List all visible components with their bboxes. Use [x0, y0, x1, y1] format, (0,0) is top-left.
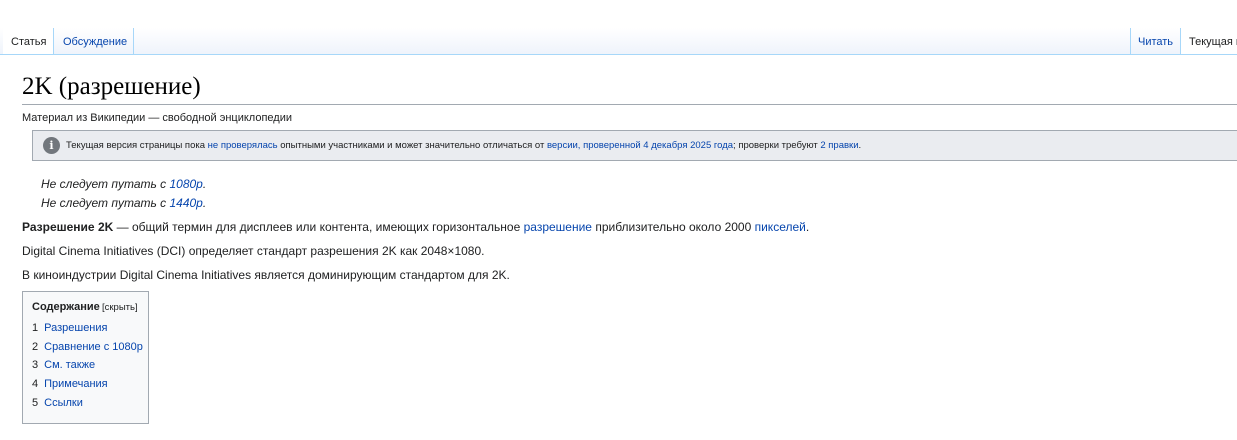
paragraph-text: приблизительно около 2000: [591, 220, 755, 234]
toc-item[interactable]: 2 Сравнение с 1080p: [32, 341, 143, 353]
paragraph-cinema: В киноиндустрии Digital Cinema Initiativ…: [22, 268, 510, 282]
tab-article[interactable]: Статья: [3, 28, 55, 55]
page-title: 2K (разрешение): [22, 73, 201, 100]
site-subtitle: Материал из Википедии — свободной энцикл…: [22, 112, 292, 124]
toc-item[interactable]: 1 Разрешения: [32, 322, 108, 334]
tab-divider: [53, 28, 54, 55]
toc-item-label[interactable]: См. также: [44, 359, 95, 371]
tab-talk[interactable]: Обсуждение: [55, 28, 135, 55]
hatnote-link-1080p[interactable]: 1080p: [169, 177, 202, 191]
tab-bar: Статья Обсуждение Читать Текущая в: [0, 28, 1237, 55]
info-icon: i: [43, 137, 60, 154]
link-resolution[interactable]: разрешение: [524, 220, 592, 234]
table-of-contents: Содержание [скрыть] 1 Разрешения 2 Сравнен…: [22, 291, 149, 424]
notice-link-stable-version[interactable]: версии, проверенной 4 декабря 2025 года: [547, 140, 733, 151]
tab-divider: [133, 28, 134, 55]
toc-item-label[interactable]: Сравнение с 1080p: [44, 341, 143, 353]
toc-item-number: 3: [32, 359, 39, 371]
hatnote: Не следует путать с 1080p.: [41, 177, 206, 191]
hatnote-text: Не следует путать с: [41, 177, 170, 191]
toc-title: Содержание: [32, 301, 100, 313]
toc-item-label[interactable]: Примечания: [44, 378, 108, 390]
title-divider: [22, 104, 1237, 105]
toc-item-label[interactable]: Ссылки: [44, 397, 83, 409]
tab-read[interactable]: Читать: [1130, 28, 1181, 55]
hatnote-link-1440p[interactable]: 1440p: [169, 196, 202, 210]
toc-item-number: 4: [32, 378, 39, 390]
hatnote-text: .: [202, 177, 207, 191]
link-pixels[interactable]: пикселей: [755, 220, 806, 234]
toc-item-number: 1: [32, 322, 39, 334]
notice-text-part: .: [858, 140, 862, 151]
notice-text-part: ; проверки требуют: [733, 140, 821, 151]
toc-item-number: 5: [32, 397, 39, 409]
toc-item[interactable]: 3 См. также: [32, 359, 95, 371]
hatnote: Не следует путать с 1440p.: [41, 196, 206, 210]
toc-item[interactable]: 5 Ссылки: [32, 397, 83, 409]
tab-current-version[interactable]: Текущая в: [1181, 28, 1237, 55]
notice-text-part: Текущая версия страницы пока: [66, 140, 208, 151]
hatnote-text: Не следует путать с: [41, 196, 170, 210]
intro-bold-term: Разрешение 2K: [22, 220, 114, 234]
paragraph-text: — общий термин для дисплеев или контента…: [113, 220, 524, 234]
hatnote-text: .: [202, 196, 207, 210]
paragraph-text: .: [805, 220, 810, 234]
toc-item-label[interactable]: Разрешения: [44, 322, 107, 334]
notice-text: Текущая версия страницы пока не проверял…: [66, 131, 861, 160]
paragraph-dci: Digital Cinema Initiatives (DCI) определ…: [22, 244, 485, 258]
toc-item[interactable]: 4 Примечания: [32, 378, 108, 390]
content-area: 2K (разрешение) Материал из Википедии — …: [0, 55, 1237, 440]
toc-hide-toggle[interactable]: [скрыть]: [102, 302, 138, 313]
notice-text-part: опытными участниками и может значительно…: [277, 140, 547, 151]
notice-link-pending-edits[interactable]: 2 правки: [820, 140, 858, 151]
intro-paragraph: Разрешение 2K — общий термин для дисплее…: [22, 220, 809, 234]
notice-link-unchecked[interactable]: не проверялась: [208, 140, 278, 151]
toc-item-number: 2: [32, 341, 39, 353]
pending-changes-notice: i Текущая версия страницы пока не провер…: [32, 130, 1237, 161]
